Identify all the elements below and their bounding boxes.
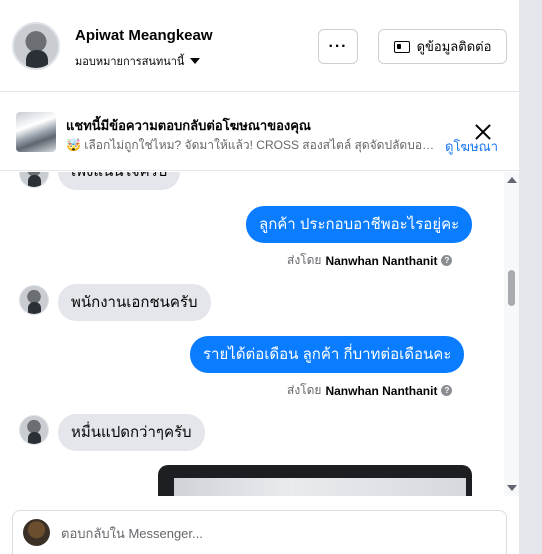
message-bubble-outgoing[interactable]: รายได้ต่อเดือน ลูกค้า กี่บาทต่อเดือนคะ: [190, 336, 465, 373]
info-icon[interactable]: ?: [441, 385, 453, 396]
scroll-down-arrow-icon[interactable]: [507, 485, 517, 491]
sent-by-prefix: ส่งโดย: [287, 383, 322, 397]
message-bubble-incoming[interactable]: พนักงานเอกชนครับ: [58, 284, 211, 321]
sent-by-info: ส่งโดย Nanwhan Nanthanit ?: [287, 381, 453, 400]
sender-avatar: [19, 285, 49, 315]
ad-reply-banner: แชทนี้มีข้อความตอบกลับต่อโฆษณาของคุณ 🤯 เ…: [0, 93, 519, 171]
reply-composer: [12, 510, 507, 554]
message-bubble-incoming[interactable]: เพิ่งแน่นใจครับ: [58, 172, 181, 190]
view-ad-link[interactable]: ดูโฆษณา: [445, 136, 498, 157]
reply-input[interactable]: [61, 519, 491, 547]
sender-avatar: [19, 172, 49, 188]
chat-scrollbar[interactable]: [504, 172, 519, 496]
info-icon[interactable]: ?: [441, 255, 453, 266]
assign-conversation-dropdown[interactable]: มอบหมายการสนทนานี้: [75, 52, 201, 70]
sender-avatar: [19, 415, 49, 445]
sent-by-prefix: ส่งโดย: [287, 253, 322, 267]
more-options-button[interactable]: ···: [318, 29, 358, 64]
sent-by-name: Nanwhan Nanthanit: [325, 383, 438, 398]
ad-banner-title: แชทนี้มีข้อความตอบกลับต่อโฆษณาของคุณ: [66, 118, 311, 133]
message-bubble-incoming[interactable]: หมื่นแปดกว่าๆครับ: [58, 414, 205, 451]
scrollbar-thumb[interactable]: [508, 270, 515, 306]
page-avatar: [23, 519, 50, 546]
contact-name[interactable]: Apiwat Meangkeaw: [75, 27, 213, 44]
conversation-header: Apiwat Meangkeaw มอบหมายการสนทนานี้ ··· …: [0, 0, 519, 92]
assignment-label: มอบหมายการสนทนานี้: [75, 56, 185, 68]
contact-info-label: ดูข้อมูลติดต่อ: [416, 39, 492, 54]
scroll-up-arrow-icon[interactable]: [507, 177, 517, 183]
ad-thumbnail: [16, 112, 56, 152]
right-edge-strip: [519, 0, 542, 554]
view-contact-info-button[interactable]: ดูข้อมูลติดต่อ: [378, 29, 507, 64]
ad-banner-subtitle: 🤯 เลือกไม่ถูกใช่ไหม? จัดมาให้แล้ว! CROSS…: [66, 138, 436, 152]
image-attachment[interactable]: [158, 465, 472, 496]
contact-avatar[interactable]: [12, 22, 60, 70]
caret-down-icon: [190, 58, 201, 64]
message-bubble-outgoing[interactable]: ลูกค้า ประกอบอาชีพอะไรอยู่คะ: [246, 206, 473, 243]
sent-by-info: ส่งโดย Nanwhan Nanthanit ?: [287, 251, 453, 270]
sent-by-name: Nanwhan Nanthanit: [325, 253, 438, 268]
more-icon: ···: [328, 37, 348, 55]
contact-card-icon: [393, 40, 410, 53]
message-thread: เพิ่งแน่นใจครับ ลูกค้า ประกอบอาชีพอะไรอย…: [0, 172, 519, 496]
